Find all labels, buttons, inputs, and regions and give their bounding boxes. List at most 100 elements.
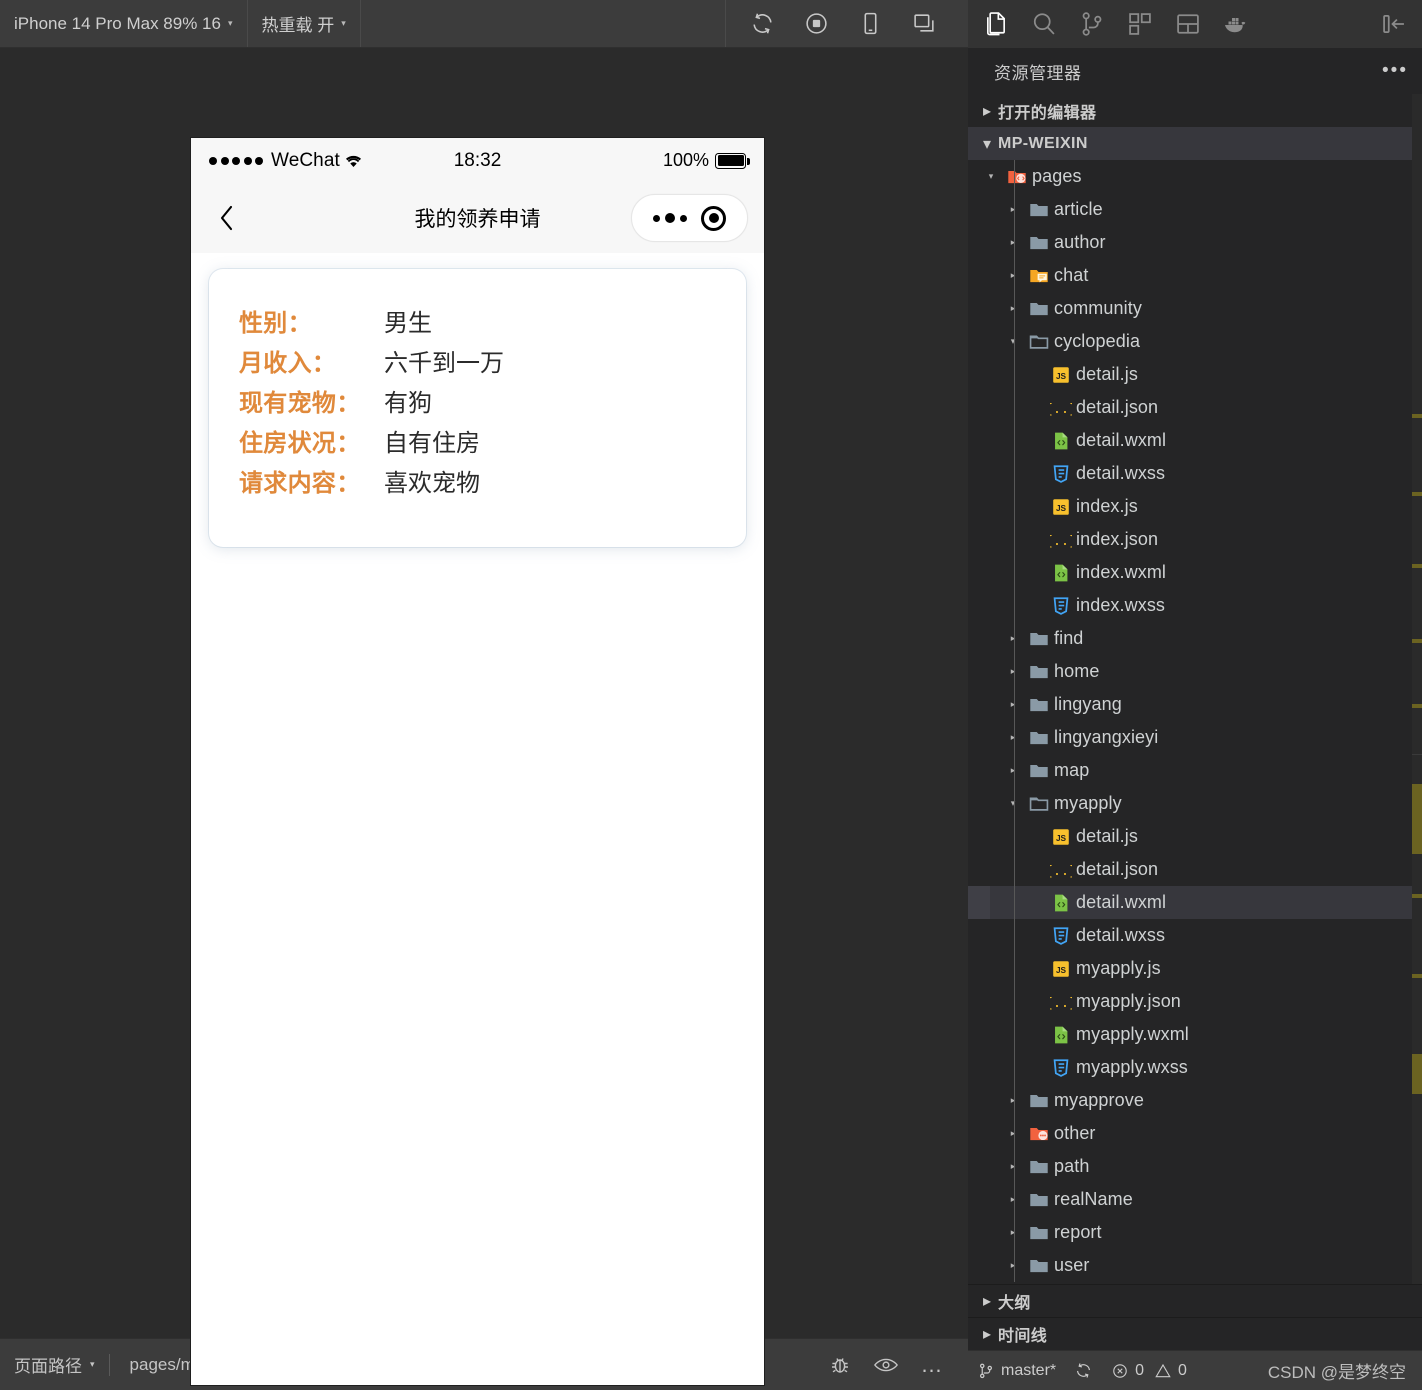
tree-file-myapply.json[interactable]: {..} myapply.json bbox=[968, 985, 1422, 1018]
debug-bug-icon[interactable] bbox=[820, 1348, 860, 1382]
folder-icon bbox=[1024, 1222, 1054, 1244]
tree-item-label: index.wxml bbox=[1076, 562, 1167, 582]
simulator-stage: WeChat 18:32 100% 我的领养申请 性别： 男生 月收入： 六千到… bbox=[0, 48, 968, 1385]
folder-icon bbox=[1024, 760, 1054, 782]
split-layout-icon[interactable] bbox=[1164, 0, 1212, 48]
json-icon: {..} bbox=[1046, 991, 1076, 1013]
section-open-editors[interactable]: ▸ 打开的编辑器 bbox=[968, 94, 1422, 127]
app-root: iPhone 14 Pro Max 89% 16 ▾ 热重载 开 ▾ WeCha… bbox=[0, 0, 1422, 1390]
multi-window-icon[interactable] bbox=[910, 10, 938, 38]
status-bar-left: WeChat bbox=[209, 150, 363, 172]
tree-file-myapply.wxss[interactable]: myapply.wxss bbox=[968, 1051, 1422, 1084]
tree-item-label: path bbox=[1054, 1156, 1090, 1176]
tree-file-index.json[interactable]: {..} index.json bbox=[968, 523, 1422, 556]
tree-file-detail.wxss[interactable]: detail.wxss bbox=[968, 457, 1422, 490]
signal-dots-icon bbox=[209, 156, 263, 165]
tree-folder-chat[interactable]: ▸ chat bbox=[968, 259, 1422, 292]
tree-folder-path[interactable]: ▸ path bbox=[968, 1150, 1422, 1183]
chevron-down-icon: ▾ bbox=[988, 171, 994, 181]
tree-file-myapply.wxml[interactable]: myapply.wxml bbox=[968, 1018, 1422, 1051]
chevron-down-icon: ▾ bbox=[1010, 336, 1016, 346]
folder-icon bbox=[1024, 232, 1054, 254]
explorer-icon[interactable] bbox=[972, 0, 1020, 48]
tree-file-myapply.js[interactable]: JS myapply.js bbox=[968, 952, 1422, 985]
tree-file-detail.wxml[interactable]: detail.wxml bbox=[968, 886, 1422, 919]
js-icon: JS bbox=[1046, 958, 1076, 980]
info-value: 自有住房 bbox=[384, 430, 480, 457]
tree-folder-author[interactable]: ▸ author bbox=[968, 226, 1422, 259]
device-selector[interactable]: iPhone 14 Pro Max 89% 16 ▾ bbox=[0, 0, 248, 47]
chevron-down-icon: ▾ bbox=[341, 18, 346, 28]
more-dots-icon bbox=[653, 213, 687, 223]
folder-icon bbox=[1024, 628, 1054, 650]
js-icon: JS bbox=[1046, 364, 1076, 386]
tree-item-label: article bbox=[1054, 199, 1103, 219]
wechat-capsule-button[interactable] bbox=[631, 194, 748, 242]
tree-item-label: index.json bbox=[1076, 529, 1159, 549]
back-arrow-icon[interactable] bbox=[207, 204, 247, 232]
tree-folder-cyclopedia[interactable]: ▾ cyclopedia bbox=[968, 325, 1422, 358]
overview-ruler[interactable] bbox=[1412, 94, 1422, 1284]
section-label: 打开的编辑器 bbox=[998, 104, 1097, 122]
page-path-selector[interactable]: 页面路径 ▾ bbox=[0, 1339, 109, 1390]
more-options-icon[interactable]: … bbox=[912, 1348, 952, 1382]
section-outline[interactable]: ▸ 大纲 bbox=[968, 1284, 1422, 1317]
refresh-icon[interactable] bbox=[748, 10, 776, 38]
tree-folder-pages[interactable]: ▾ pages bbox=[968, 160, 1422, 193]
section-label: 时间线 bbox=[998, 1328, 1048, 1345]
section-workspace[interactable]: ▾ MP-WEIXIN bbox=[968, 127, 1422, 160]
device-preview-icon[interactable] bbox=[856, 10, 884, 38]
docker-icon[interactable] bbox=[1212, 0, 1260, 48]
tree-item-label: find bbox=[1054, 628, 1084, 648]
chevron-right-icon: ▸ bbox=[1010, 237, 1016, 247]
tree-folder-home[interactable]: ▸ home bbox=[968, 655, 1422, 688]
tree-folder-realName[interactable]: ▸ realName bbox=[968, 1183, 1422, 1216]
info-value: 六千到一万 bbox=[384, 350, 504, 377]
tree-folder-myapply[interactable]: ▾ myapply bbox=[968, 787, 1422, 820]
chevron-right-icon: ▸ bbox=[982, 102, 992, 120]
tree-file-index.js[interactable]: JS index.js bbox=[968, 490, 1422, 523]
wxml-icon bbox=[1046, 892, 1076, 914]
tree-file-detail.js[interactable]: JS detail.js bbox=[968, 820, 1422, 853]
chevron-right-icon: ▸ bbox=[982, 1326, 992, 1343]
tree-folder-user[interactable]: ▸ user bbox=[968, 1249, 1422, 1282]
hot-reload-selector[interactable]: 热重载 开 ▾ bbox=[248, 0, 361, 47]
file-tree[interactable]: ▸ 打开的编辑器 ▾ MP-WEIXIN ▾ pages ▸ article ▸ auth… bbox=[968, 94, 1422, 1284]
tree-item-label: detail.js bbox=[1076, 364, 1138, 384]
sync-changes-button[interactable] bbox=[1065, 1351, 1102, 1390]
git-branch-item[interactable]: master* bbox=[968, 1351, 1065, 1390]
tree-file-detail.json[interactable]: {..} detail.json bbox=[968, 853, 1422, 886]
tree-file-detail.wxss[interactable]: detail.wxss bbox=[968, 919, 1422, 952]
problems-item[interactable]: 0 0 bbox=[1102, 1351, 1196, 1390]
tree-folder-article[interactable]: ▸ article bbox=[968, 193, 1422, 226]
tree-file-detail.wxml[interactable]: detail.wxml bbox=[968, 424, 1422, 457]
phone-page-body: 性别： 男生 月收入： 六千到一万 现有宠物： 有狗 住房状况： 自有住房 请求… bbox=[191, 253, 764, 1385]
explorer-more-icon[interactable]: ••• bbox=[1382, 61, 1408, 80]
section-timeline[interactable]: ▸ 时间线 bbox=[968, 1317, 1422, 1350]
tree-folder-community[interactable]: ▸ community bbox=[968, 292, 1422, 325]
stop-recording-icon[interactable] bbox=[802, 10, 830, 38]
search-icon[interactable] bbox=[1020, 0, 1068, 48]
tree-file-index.wxml[interactable]: index.wxml bbox=[968, 556, 1422, 589]
tree-folder-lingyangxieyi[interactable]: ▸ lingyangxieyi bbox=[968, 721, 1422, 754]
tree-rows-container: ▾ pages ▸ article ▸ author ▸ chat ▸ community ▾ cyc… bbox=[968, 160, 1422, 1282]
error-icon bbox=[1113, 1363, 1127, 1378]
battery-percent-label: 100% bbox=[662, 150, 709, 170]
tree-folder-find[interactable]: ▸ find bbox=[968, 622, 1422, 655]
tree-file-detail.js[interactable]: JS detail.js bbox=[968, 358, 1422, 391]
chevron-right-icon: ▸ bbox=[1010, 1095, 1016, 1105]
tree-folder-report[interactable]: ▸ report bbox=[968, 1216, 1422, 1249]
eye-visibility-icon[interactable] bbox=[866, 1348, 906, 1382]
tree-item-label: community bbox=[1054, 298, 1142, 318]
tree-folder-map[interactable]: ▸ map bbox=[968, 754, 1422, 787]
tree-file-detail.json[interactable]: {..} detail.json bbox=[968, 391, 1422, 424]
sync-icon bbox=[1077, 1363, 1091, 1378]
tree-file-index.wxss[interactable]: index.wxss bbox=[968, 589, 1422, 622]
tree-folder-other[interactable]: ▸ other bbox=[968, 1117, 1422, 1150]
source-control-icon[interactable] bbox=[1068, 0, 1116, 48]
collapse-panel-icon[interactable] bbox=[1370, 0, 1418, 48]
tree-folder-myapprove[interactable]: ▸ myapprove bbox=[968, 1084, 1422, 1117]
info-row: 住房状况： 自有住房 bbox=[239, 423, 716, 458]
tree-folder-lingyang[interactable]: ▸ lingyang bbox=[968, 688, 1422, 721]
extensions-icon[interactable] bbox=[1116, 0, 1164, 48]
